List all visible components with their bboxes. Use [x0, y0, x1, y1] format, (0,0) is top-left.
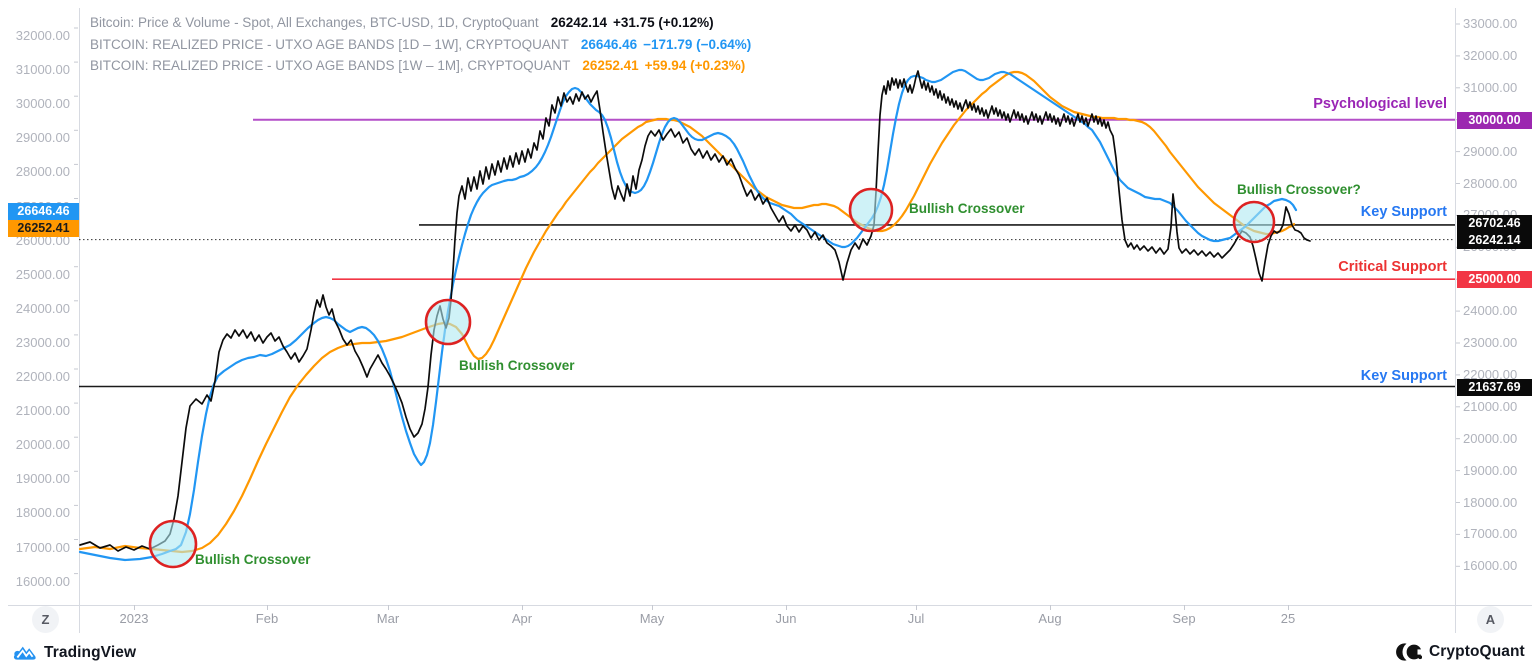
crossover-label-1[interactable]: Bullish Crossover	[195, 552, 311, 567]
right-axis-label: 24000.00	[1463, 304, 1517, 318]
chart-canvas[interactable]	[0, 0, 1536, 671]
crossover-circle-4[interactable]	[1234, 202, 1274, 242]
right-axis-label: 29000.00	[1463, 145, 1517, 159]
time-axis-label-May: May	[640, 611, 665, 626]
right-axis-label: 21000.00	[1463, 400, 1517, 414]
crossover-circle-3[interactable]	[850, 189, 892, 231]
left-axis-label: 32000.00	[6, 29, 70, 43]
right-axis-label: 23000.00	[1463, 336, 1517, 350]
legend-row-price[interactable]: Bitcoin: Price & Volume - Spot, All Exch…	[90, 12, 751, 34]
left-axis-label: 22000.00	[6, 370, 70, 384]
time-axis-label-Mar: Mar	[377, 611, 399, 626]
crossover-circle-1[interactable]	[150, 521, 196, 567]
tradingview-logo[interactable]: TradingView	[12, 643, 136, 662]
right-axis-badge-critical-support: 25000.00	[1457, 271, 1532, 288]
legend-value: 26646.46	[581, 37, 637, 52]
legend-title: Bitcoin: Price & Volume - Spot, All Exch…	[90, 15, 539, 30]
right-axis-label: 28000.00	[1463, 177, 1517, 191]
right-axis-label: 33000.00	[1463, 17, 1517, 31]
left-axis-label: 20000.00	[6, 438, 70, 452]
left-axis-label: 28000.00	[6, 165, 70, 179]
time-axis-label-Jun: Jun	[776, 611, 797, 626]
crossover-circle-2[interactable]	[426, 300, 470, 344]
right-axis-badge-key-support-lower: 21637.69	[1457, 379, 1532, 396]
right-axis-label: 18000.00	[1463, 496, 1517, 510]
legend-title: BITCOIN: REALIZED PRICE - UTXO AGE BANDS…	[90, 37, 569, 52]
time-axis-label-Sep: Sep	[1172, 611, 1195, 626]
left-axis-label: 19000.00	[6, 472, 70, 486]
timezone-button[interactable]: Z	[32, 606, 59, 633]
legend-row-utxo-1d-1w[interactable]: BITCOIN: REALIZED PRICE - UTXO AGE BANDS…	[90, 34, 751, 56]
tradingview-logo-text: TradingView	[44, 644, 136, 662]
right-axis-label: 20000.00	[1463, 432, 1517, 446]
level-label-key-support-lower[interactable]: Key Support	[1361, 368, 1447, 384]
left-axis-label: 31000.00	[6, 63, 70, 77]
time-axis-label-Jul: Jul	[908, 611, 925, 626]
legend: Bitcoin: Price & Volume - Spot, All Exch…	[90, 12, 751, 77]
right-axis-label: 31000.00	[1463, 81, 1517, 95]
time-scale[interactable]	[79, 606, 1455, 634]
time-axis-label-Apr: Apr	[512, 611, 532, 626]
series-btc-price[interactable]	[80, 71, 1310, 551]
legend-change: +31.75 (+0.12%)	[613, 15, 714, 30]
right-axis-label: 32000.00	[1463, 49, 1517, 63]
right-axis-label: 19000.00	[1463, 464, 1517, 478]
cryptoquant-logo-text: CryptoQuant	[1429, 643, 1525, 661]
left-price-scale[interactable]: 32000.00 31000.00 30000.00 29000.00 28000.00…	[0, 8, 79, 633]
legend-title: BITCOIN: REALIZED PRICE - UTXO AGE BANDS…	[90, 58, 570, 73]
left-axis-label: 23000.00	[6, 336, 70, 350]
left-axis-label: 17000.00	[6, 541, 70, 555]
level-label-key-support-upper[interactable]: Key Support	[1361, 204, 1447, 220]
right-axis-badge-last-price: 26242.14	[1457, 232, 1532, 249]
level-label-critical-support[interactable]: Critical Support	[1338, 259, 1447, 275]
right-axis-badge-psychological: 30000.00	[1457, 112, 1532, 129]
legend-change: +59.94 (+0.23%)	[645, 58, 746, 73]
left-axis-badge: 26252.41	[8, 220, 79, 237]
crossover-label-3[interactable]: Bullish Crossover	[909, 201, 1025, 216]
left-axis-label: 25000.00	[6, 268, 70, 282]
right-axis-badge-key-support-upper: 26702.46	[1457, 215, 1532, 232]
time-axis-label-25: 25	[1281, 611, 1295, 626]
time-axis-label-Feb: Feb	[256, 611, 278, 626]
auto-scale-button[interactable]: A	[1477, 606, 1504, 633]
chart-window: 32000.00 31000.00 30000.00 29000.00 28000.00…	[0, 0, 1536, 671]
series-realized-price-1w-1m[interactable]	[80, 72, 1294, 552]
time-axis-label-2023: 2023	[120, 611, 149, 626]
cryptoquant-logo-icon	[1396, 642, 1422, 662]
right-axis-label: 17000.00	[1463, 527, 1517, 541]
left-axis-label: 21000.00	[6, 404, 70, 418]
legend-value: 26242.14	[551, 15, 607, 30]
left-axis-badge: 26646.46	[8, 203, 79, 220]
level-label-psychological[interactable]: Psychological level	[1313, 96, 1447, 112]
legend-row-utxo-1w-1m[interactable]: BITCOIN: REALIZED PRICE - UTXO AGE BANDS…	[90, 55, 751, 77]
left-axis-label: 30000.00	[6, 97, 70, 111]
legend-change: −171.79 (−0.64%)	[643, 37, 751, 52]
left-axis-label: 24000.00	[6, 302, 70, 316]
left-axis-label: 29000.00	[6, 131, 70, 145]
tradingview-logo-icon	[12, 643, 37, 662]
left-axis-label: 18000.00	[6, 506, 70, 520]
time-axis-label-Aug: Aug	[1038, 611, 1061, 626]
crossover-label-4[interactable]: Bullish Crossover?	[1237, 182, 1361, 197]
left-axis-label: 16000.00	[6, 575, 70, 589]
right-axis-label: 16000.00	[1463, 559, 1517, 573]
legend-value: 26252.41	[582, 58, 638, 73]
cryptoquant-logo[interactable]: CryptoQuant	[1396, 642, 1525, 662]
crossover-label-2[interactable]: Bullish Crossover	[459, 358, 575, 373]
